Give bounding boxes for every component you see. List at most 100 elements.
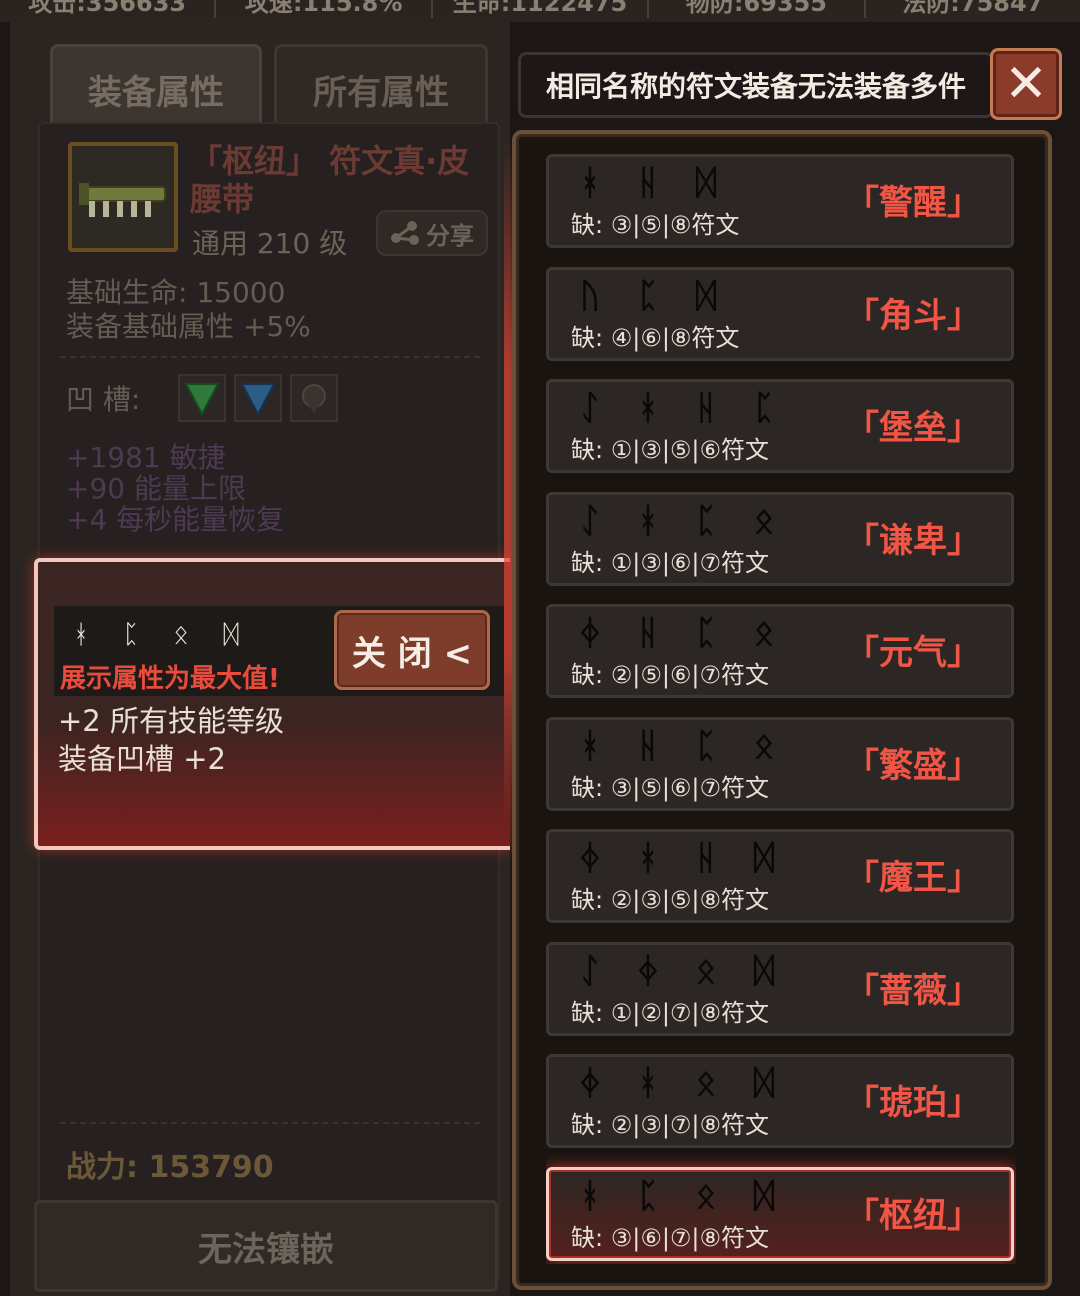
missing-runes: 缺: ②|③|⑦|⑧符文 (571, 1111, 770, 1139)
rune-icon: ᛈ (695, 500, 717, 541)
rune-icon: ᛟ (695, 950, 717, 991)
rune-glyphs: ᚼᛈᛟᛞ (575, 1176, 779, 1216)
rune-icon: ᛞ (695, 275, 717, 316)
stat-attack-speed: 攻速:115.8% (216, 0, 433, 18)
item-name: 「枢纽」 符文真·皮腰带 (190, 142, 470, 218)
rune-icon: ᚼ (579, 1175, 601, 1216)
rune-glyphs: ᚼᚺᛞ (575, 163, 721, 203)
rune-icon: ᛟ (695, 1063, 717, 1103)
rune-icon: ᚼ (73, 620, 89, 650)
share-label: 分享 (426, 221, 474, 250)
runeword-item[interactable]: ᚼ ᚺ ᛈ ᛟ 缺: ③|⑤|⑥|⑦符文 「繁盛」 (546, 716, 1014, 811)
missing-runes: 缺: ③|⑤|⑥|⑦符文 (571, 773, 770, 802)
runeword-name: 「元气」 (845, 633, 981, 673)
close-popup-button[interactable]: 关 闭 < (334, 610, 490, 690)
rune-icon: ᚺ (695, 838, 717, 878)
share-icon (391, 221, 419, 245)
rune-icon: ᚼ (637, 838, 659, 878)
runeword-item[interactable]: ᛇ ᛄ ᛟ ᛞ 缺: ①|②|⑦|⑧符文 「蔷薇」 (546, 941, 1014, 1036)
missing-runes: 缺: ③|⑤|⑧符文 (571, 211, 740, 239)
runeword-list[interactable]: ᚼ ᚺ ᛞ 缺: ③|⑤|⑧符文 「警醒」 ᚢ ᛈ ᛞ 缺: ④|⑥|⑧符文 「角斗」 ᛇ ᚼ ᚺ ᛈ 缺:… (546, 154, 1016, 1264)
rune-icon: ᚺ (695, 388, 717, 428)
runeword-name: 「枢纽」 (845, 1195, 981, 1236)
rune-icon: ᛟ (753, 613, 775, 653)
runeword-item[interactable]: ᚼ ᚺ ᛞ 缺: ③|⑤|⑧符文 「警醒」 (546, 154, 1014, 248)
socket-blue[interactable] (234, 374, 282, 422)
runeword-name: 「魔王」 (845, 858, 981, 898)
rune-icon: ᛟ (695, 1175, 717, 1216)
missing-runes: 缺: ③|⑥|⑦|⑧符文 (571, 1223, 770, 1252)
rune-icon: ᛞ (753, 1063, 775, 1103)
combat-power: 战力: 153790 (66, 1150, 274, 1185)
divider (60, 356, 480, 358)
rune-icon: ᛄ (579, 838, 601, 878)
belt-icon (79, 183, 166, 217)
rune-icon: ᚺ (637, 725, 659, 766)
item-icon (68, 142, 178, 252)
rune-glyphs: ᛇᚼᚺᛈ (575, 388, 779, 428)
rune-icon: ᛞ (695, 163, 717, 203)
base-stat-bonus: 装备基础属性 +5% (66, 310, 311, 343)
rune-icon: ᛄ (579, 613, 601, 653)
share-button[interactable]: 分享 (376, 210, 488, 256)
tab-equip-attrs[interactable]: 装备属性 (50, 44, 262, 132)
close-icon[interactable]: ✕ (990, 48, 1062, 120)
blue-gem-icon (240, 383, 276, 417)
rune-icon: ᛄ (637, 950, 659, 991)
runeword-name: 「繁盛」 (845, 745, 981, 786)
rune-icon: ᛇ (579, 500, 601, 541)
runeword-name: 「蔷薇」 (845, 970, 981, 1011)
rune-glyphs: ᛄᚺᛈᛟ (575, 613, 779, 653)
socket-empty[interactable] (290, 374, 338, 422)
base-stat-hp: 基础生命: 15000 (66, 276, 286, 309)
rune-icon: ᚼ (637, 500, 659, 541)
socket-green[interactable] (178, 374, 226, 422)
rune-icon: ᛄ (579, 1063, 601, 1103)
rune-icon: ᛟ (753, 500, 775, 541)
rune-glyphs: ᛄᚼᛟᛞ (575, 1063, 779, 1103)
max-value-notice: 展示属性为最大值! (60, 664, 280, 694)
tab-all-attrs[interactable]: 所有属性 (274, 44, 488, 132)
missing-runes: 缺: ②|⑤|⑥|⑦符文 (571, 661, 770, 689)
runeword-item[interactable]: ᚼ ᛈ ᛟ ᛞ 缺: ③|⑥|⑦|⑧符文 「枢纽」 (546, 1166, 1014, 1261)
rune-glyphs: ᚢᛈᛞ (575, 276, 721, 316)
rune-icon: ᛞ (223, 620, 239, 650)
popup-effects: +2 所有技能等级 装备凹槽 +2 (58, 702, 284, 778)
stat-magic-def: 法防:75847 (902, 0, 1044, 17)
bonus-agility: +1981 敏捷 (66, 441, 226, 474)
warning-banner: 相同名称的符文装备无法装备多件 (518, 52, 994, 118)
runeword-detail-popup: ᚼ ᛈ ᛟ ᛞ 展示属性为最大值! 关 闭 < +2 所有技能等级 装备凹槽 +… (34, 558, 510, 850)
runeword-item[interactable]: ᛄ ᚼ ᚺ ᛞ 缺: ②|③|⑤|⑧符文 「魔王」 (546, 829, 1014, 923)
divider (60, 1122, 480, 1124)
rune-icon: ᛈ (695, 725, 717, 766)
stat-phys-def: 物防:69355 (649, 0, 866, 18)
rune-icon: ᚼ (579, 163, 601, 203)
rune-icon: ᛈ (695, 613, 717, 653)
runeword-name: 「琥珀」 (845, 1083, 981, 1123)
bonus-energy-regen: +4 每秒能量恢复 (66, 503, 285, 536)
green-gem-icon (184, 383, 220, 417)
runeword-item[interactable]: ᛄ ᚺ ᛈ ᛟ 缺: ②|⑤|⑥|⑦符文 「元气」 (546, 604, 1014, 698)
rune-glyphs: ᚼᚺᛈᛟ (575, 726, 779, 766)
empty-socket-icon (302, 384, 326, 414)
runeword-item[interactable]: ᚢ ᛈ ᛞ 缺: ④|⑥|⑧符文 「角斗」 (546, 266, 1014, 361)
runeword-item[interactable]: ᛇ ᚼ ᚺ ᛈ 缺: ①|③|⑤|⑥符文 「堡垒」 (546, 379, 1014, 473)
runeword-item[interactable]: ᛄ ᚼ ᛟ ᛞ 缺: ②|③|⑦|⑧符文 「琥珀」 (546, 1054, 1014, 1148)
stats-bar: 攻击:356633 攻速:115.8% 生命:1122475 物防:69355 … (0, 0, 1080, 22)
missing-runes: 缺: ④|⑥|⑧符文 (571, 323, 740, 352)
rune-icon: ᛈ (637, 1175, 659, 1216)
missing-runes: 缺: ①|③|⑥|⑦符文 (571, 548, 770, 577)
bonus-energy-cap: +90 能量上限 (66, 472, 246, 505)
runeword-name: 「堡垒」 (845, 408, 981, 448)
rune-icon: ᛞ (753, 1175, 775, 1216)
missing-runes: 缺: ②|③|⑤|⑧符文 (571, 886, 770, 914)
rune-icon: ᚺ (637, 613, 659, 653)
effect-skill-level: +2 所有技能等级 (58, 704, 284, 738)
cannot-inlay-button[interactable]: 无法镶嵌 (34, 1200, 498, 1292)
bonus-lines: +1981 敏捷 +90 能量上限 +4 每秒能量恢复 (66, 442, 284, 535)
stat-attack: 攻击:356633 (0, 0, 217, 18)
rune-icon: ᛟ (173, 620, 189, 650)
runeword-name: 「警醒」 (845, 183, 981, 223)
item-level: 通用 210 级 (192, 227, 348, 260)
runeword-item[interactable]: ᛇ ᚼ ᛈ ᛟ 缺: ①|③|⑥|⑦符文 「谦卑」 (546, 491, 1014, 586)
